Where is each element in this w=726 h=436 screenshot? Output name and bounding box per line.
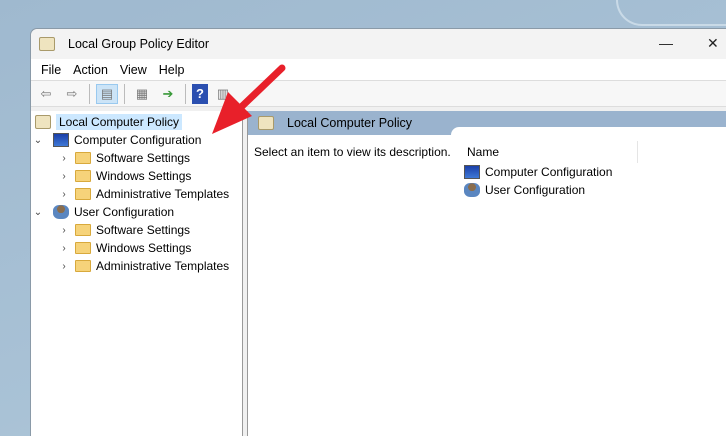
tree-label: Local Computer Policy [56, 114, 183, 130]
action-pane-icon[interactable]: ▥ [212, 84, 234, 104]
toolbar-separator [124, 83, 125, 104]
tree-root[interactable]: Local Computer Policy [31, 113, 242, 131]
tree-label: User Configuration [74, 205, 175, 219]
chevron-right-icon[interactable]: › [57, 261, 71, 272]
menu-view[interactable]: View [114, 63, 153, 77]
user-icon [464, 183, 480, 197]
chevron-right-icon[interactable]: › [57, 225, 71, 236]
folder-icon [75, 170, 91, 182]
back-arrow-icon[interactable]: ⇦ [35, 84, 57, 104]
menu-file[interactable]: File [35, 63, 67, 77]
help-icon[interactable]: ? [192, 83, 208, 104]
column-header-name[interactable]: Name [464, 141, 638, 163]
folder-icon [75, 188, 91, 200]
toolbar-separator [89, 83, 90, 104]
tree-item-administrative-templates[interactable]: › Administrative Templates [31, 185, 242, 203]
properties-icon[interactable]: ▦ [131, 84, 153, 104]
folder-icon [75, 242, 91, 254]
toolbar-separator [185, 83, 186, 104]
tree-label: Windows Settings [96, 241, 192, 255]
tree-item-administrative-templates[interactable]: › Administrative Templates [31, 257, 242, 275]
tree-item-user-configuration[interactable]: ⌄ User Configuration [31, 203, 242, 221]
tree-item-software-settings[interactable]: › Software Settings [31, 149, 242, 167]
folder-icon [75, 260, 91, 272]
computer-icon [464, 165, 480, 179]
console-tree: Local Computer Policy ⌄ Computer Configu… [31, 111, 243, 436]
tree-item-windows-settings[interactable]: › Windows Settings [31, 239, 242, 257]
menu-bar: File Action View Help [31, 59, 726, 81]
minimize-button[interactable]: — [659, 35, 673, 51]
tree-label: Software Settings [96, 151, 191, 165]
tree-item-computer-configuration[interactable]: ⌄ Computer Configuration [31, 131, 242, 149]
menu-help[interactable]: Help [153, 63, 191, 77]
folder-icon [75, 152, 91, 164]
tree-label: Administrative Templates [96, 259, 230, 273]
list-item-label: Computer Configuration [485, 165, 613, 179]
chevron-down-icon[interactable]: ⌄ [31, 135, 45, 146]
tree-label: Computer Configuration [74, 133, 202, 147]
policy-scroll-icon [258, 116, 274, 130]
policy-scroll-icon [39, 37, 55, 51]
item-list: Name Computer Configuration User Configu… [464, 141, 638, 199]
tree-item-windows-settings[interactable]: › Windows Settings [31, 167, 242, 185]
console-tree-icon[interactable]: ▤ [96, 83, 118, 104]
gpedit-window: Local Group Policy Editor — ✕ File Actio… [30, 28, 726, 436]
details-pane: Local Computer Policy Select an item to … [247, 111, 726, 436]
title-bar: Local Group Policy Editor [31, 29, 726, 59]
details-title: Local Computer Policy [287, 116, 413, 130]
tree-item-software-settings[interactable]: › Software Settings [31, 221, 242, 239]
chevron-right-icon[interactable]: › [57, 171, 71, 182]
user-icon [53, 205, 69, 219]
wallpaper-decoration [616, 0, 726, 26]
menu-action[interactable]: Action [67, 63, 114, 77]
policy-scroll-icon [35, 115, 51, 129]
chevron-right-icon[interactable]: › [57, 189, 71, 200]
folder-icon [75, 224, 91, 236]
chevron-down-icon[interactable]: ⌄ [31, 207, 45, 218]
toolbar: ⇦ ⇨ ▤ ▦ ➔ ? ▥ [31, 81, 726, 107]
list-item[interactable]: User Configuration [464, 181, 638, 199]
tree-label: Windows Settings [96, 169, 192, 183]
tree-label: Administrative Templates [96, 187, 230, 201]
close-button[interactable]: ✕ [707, 35, 719, 52]
forward-arrow-icon[interactable]: ⇨ [61, 84, 83, 104]
list-item-label: User Configuration [485, 183, 586, 197]
export-list-icon[interactable]: ➔ [157, 84, 179, 104]
window-title: Local Group Policy Editor [68, 37, 210, 51]
computer-icon [53, 133, 69, 147]
chevron-right-icon[interactable]: › [57, 153, 71, 164]
chevron-right-icon[interactable]: › [57, 243, 71, 254]
tree-label: Software Settings [96, 223, 191, 237]
description-text: Select an item to view its description. [254, 145, 451, 159]
list-item[interactable]: Computer Configuration [464, 163, 638, 181]
standard-tab-edge [451, 127, 726, 141]
